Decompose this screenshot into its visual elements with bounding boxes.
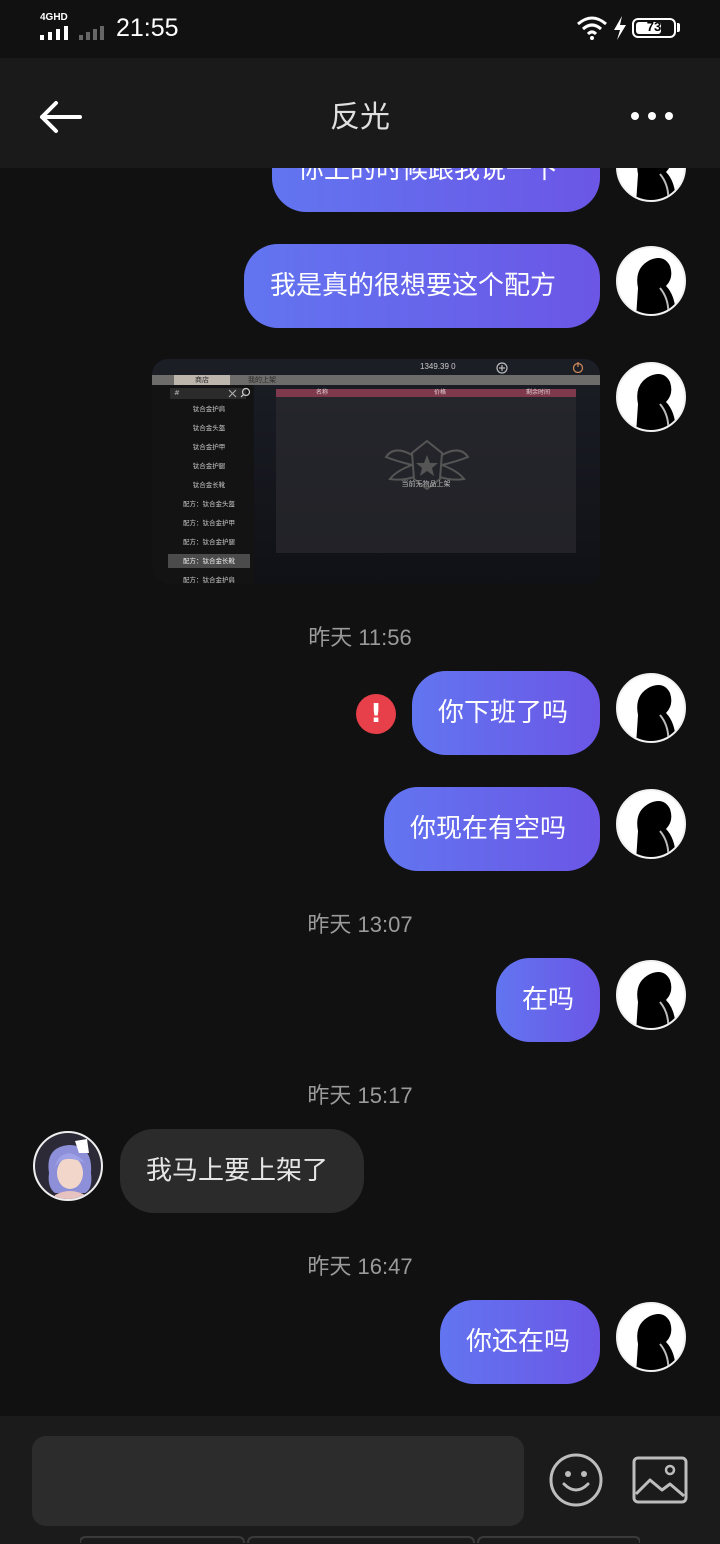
signal-icon [40, 26, 68, 40]
avatar-self[interactable] [616, 673, 686, 743]
avatar-self-icon [618, 791, 684, 857]
message-text: 你现在有空吗 [410, 814, 567, 844]
game-tab: 商店 [174, 375, 230, 385]
avatar-self-icon [618, 1304, 684, 1370]
message-bubble-outgoing[interactable]: 你下班了吗 [412, 671, 600, 755]
charging-icon [614, 16, 626, 40]
chat-title: 反光 [330, 100, 390, 135]
image-button[interactable] [632, 1456, 688, 1504]
message-text: 我是真的很想要这个配方 [270, 271, 557, 301]
avatar-self-icon [618, 675, 684, 741]
avatar-self-icon [618, 168, 684, 200]
avatar-self[interactable] [616, 789, 686, 859]
avatar-contact[interactable] [33, 1131, 103, 1201]
game-tabs: 商店 我的上架 [152, 375, 600, 385]
game-list-item: 配方：钛合金护腿 [183, 538, 235, 546]
wings-emblem-icon [384, 439, 470, 491]
game-column: 名称 [316, 389, 329, 396]
avatar-self[interactable] [616, 168, 686, 202]
more-horizontal-icon [631, 112, 673, 120]
avatar-self[interactable] [616, 246, 686, 316]
avatar-self[interactable] [616, 960, 686, 1030]
search-icon [240, 387, 251, 398]
close-icon [228, 389, 237, 398]
panel-tabs-divider [80, 1536, 640, 1544]
game-list-item-selected: 配方：钛合金长靴 [168, 554, 250, 568]
image-icon [632, 1456, 688, 1504]
game-list-item: 配方：钛合金护肩 [183, 576, 235, 584]
more-button[interactable] [628, 104, 678, 128]
timestamp: 昨天 15:17 [307, 1083, 413, 1108]
game-column-header: 名称 价格 剩余时间 [276, 389, 576, 397]
message-bubble-outgoing[interactable]: 我是真的很想要这个配方 [244, 244, 600, 328]
game-main: 名称 价格 剩余时间 当前无物品上架 [254, 385, 600, 584]
game-list-item: 钛合金护甲 [192, 443, 226, 451]
game-tab: 我的上架 [248, 376, 276, 384]
message-text: 你下班了吗 [438, 698, 569, 728]
timestamp: 昨天 16:47 [307, 1254, 413, 1279]
message-bubble-incoming[interactable]: 我马上要上架了 [120, 1129, 364, 1213]
message-bubble-outgoing[interactable]: 你现在有空吗 [384, 787, 600, 871]
message-text: 在吗 [522, 985, 575, 1015]
emoji-button[interactable] [548, 1452, 604, 1508]
timestamp: 昨天 11:56 [308, 625, 412, 650]
message-text: 你上的时候跟我说一下 [298, 168, 559, 185]
message-list[interactable]: 你上的时候跟我说一下 我是真的很想要这个配方 1349.39 0 商店 我的上架… [0, 168, 720, 1416]
avatar-self[interactable] [616, 362, 686, 432]
game-column: 剩余时间 [526, 389, 551, 396]
game-list-item: 钛合金头盔 [192, 424, 226, 432]
battery-percent: 73 [646, 19, 662, 34]
status-bar: 4GHD 21:55 73 [0, 0, 720, 58]
wifi-icon [577, 16, 607, 40]
timestamp: 昨天 13:07 [307, 912, 413, 937]
send-failed-icon[interactable]: ! [356, 694, 396, 734]
game-column: 价格 [434, 389, 447, 396]
message-bubble-outgoing[interactable]: 在吗 [496, 958, 600, 1042]
game-empty-text: 当前无物品上架 [401, 480, 451, 488]
game-currency: 1349.39 0 [420, 362, 456, 371]
game-list-item: 钛合金护肩 [192, 405, 226, 413]
battery-icon: 73 [632, 18, 676, 38]
battery-cap [677, 23, 680, 32]
avatar-self[interactable] [616, 1302, 686, 1372]
chat-header: 反光 [0, 58, 720, 168]
avatar-contact-icon [35, 1133, 101, 1199]
game-panel: 当前无物品上架 [276, 397, 576, 553]
clock: 21:55 [116, 14, 179, 42]
message-bubble-outgoing[interactable]: 你上的时候跟我说一下 [272, 168, 600, 212]
avatar-self-icon [618, 364, 684, 430]
message-input[interactable] [32, 1436, 524, 1526]
game-list-item: 钛合金护腿 [192, 462, 226, 470]
message-bubble-outgoing[interactable]: 你还在吗 [440, 1300, 600, 1384]
avatar-self-icon [618, 962, 684, 1028]
add-icon [496, 362, 508, 374]
power-icon [572, 362, 584, 373]
signal-secondary-icon [79, 26, 104, 40]
game-list-item: 配方：钛合金头盔 [183, 500, 235, 508]
message-text: 你还在吗 [466, 1327, 571, 1357]
smiley-icon [549, 1453, 603, 1507]
game-list-item: 钛合金长靴 [192, 481, 226, 489]
input-bar [0, 1416, 720, 1544]
message-text: 我马上要上架了 [146, 1156, 329, 1186]
game-list-item: 配方：钛合金护甲 [183, 519, 235, 527]
avatar-self-icon [618, 248, 684, 314]
image-message[interactable]: 1349.39 0 商店 我的上架 # 钛合金护肩 钛合金头盔 钛合金护甲 钛合… [152, 359, 600, 584]
network-type: 4GHD [40, 12, 68, 23]
game-sidebar: # 钛合金护肩 钛合金头盔 钛合金护甲 钛合金护腿 钛合金长靴 配方：钛合金头盔… [152, 385, 254, 584]
